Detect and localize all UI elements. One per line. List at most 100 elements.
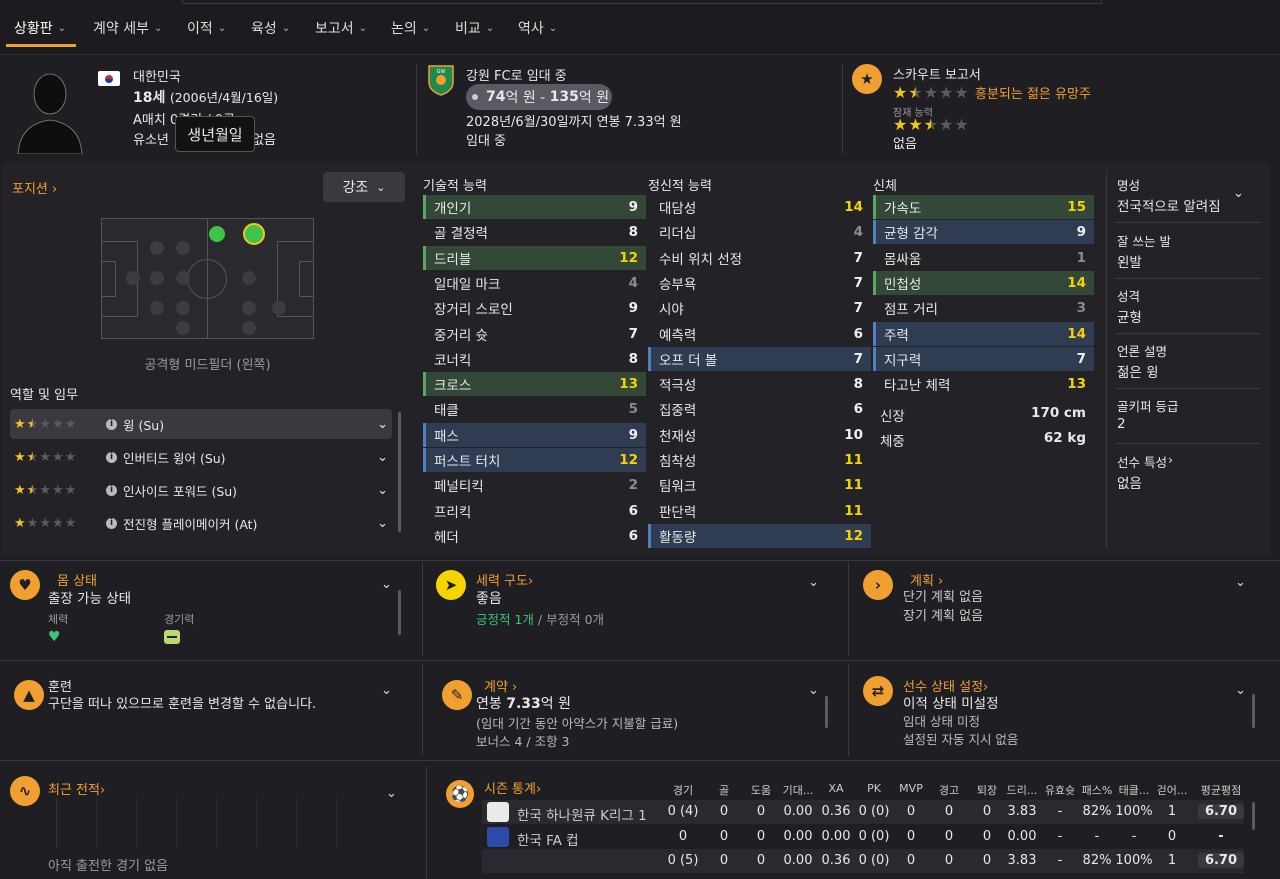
season-col-header[interactable]: 평균평점 <box>1197 782 1245 798</box>
physical-attr-row[interactable]: 민첩성 14 <box>873 270 1094 295</box>
k-league-logo[interactable] <box>487 802 509 822</box>
search-bar-edge[interactable] <box>182 0 1102 4</box>
chevron-down-icon[interactable]: ⌄ <box>386 786 397 801</box>
scout-report-title[interactable]: 스카우트 보고서 <box>893 64 981 83</box>
tab-2[interactable]: 계약 세부 ⌄ <box>93 18 162 38</box>
info-icon[interactable]: i <box>106 484 117 496</box>
chevron-down-icon[interactable]: ⌄ <box>377 483 388 498</box>
technical-attr-row[interactable]: 퍼스트 터치 12 <box>423 448 646 472</box>
technical-attr-row[interactable]: 태클 5 <box>423 397 646 421</box>
physical-attr-row[interactable]: 점프 거리 3 <box>873 296 1094 320</box>
technical-attr-row[interactable]: 장거리 스로인 9 <box>423 296 646 320</box>
positive-count[interactable]: 긍정적 1개 <box>476 612 534 627</box>
chevron-down-icon[interactable]: ⌄ <box>381 577 392 592</box>
card-scrollbar[interactable] <box>825 696 828 728</box>
info-icon[interactable]: i <box>106 451 117 463</box>
mental-attr-row[interactable]: 집중력 6 <box>648 397 871 421</box>
competition-name[interactable]: 한국 FA 컵 <box>517 829 579 849</box>
attr-value: 14 <box>844 199 863 215</box>
negative-count[interactable]: 부정적 0개 <box>546 612 604 627</box>
info-icon[interactable]: i <box>106 418 117 430</box>
mental-attr-row[interactable]: 활동량 12 <box>648 523 871 548</box>
tab-3[interactable]: 이적 ⌄ <box>187 18 226 38</box>
role-row[interactable]: ★ ★ ★ ★ ★ i 전진형 플레이메이커 (At) ⌄ <box>10 508 392 538</box>
tab-7[interactable]: 비교 ⌄ <box>455 18 494 38</box>
tab-1[interactable]: 상황판 ⌄ <box>14 18 66 38</box>
mental-attr-row[interactable]: 승부욕 7 <box>648 271 871 295</box>
loan-club-line[interactable]: 강원 FC로 임대 중 <box>466 65 567 84</box>
mental-attr-row[interactable]: 시야 7 <box>648 296 871 320</box>
side-info-value: 전국적으로 알려짐 <box>1117 199 1221 215</box>
technical-attr-row[interactable]: 프리킥 6 <box>423 499 646 523</box>
chevron-down-icon[interactable]: ⌄ <box>377 417 388 432</box>
table-scrollbar[interactable] <box>1252 802 1255 830</box>
technical-attr-row[interactable]: 페널티킥 2 <box>423 473 646 497</box>
chevron-down-icon[interactable]: ⌄ <box>808 683 819 698</box>
chevron-down-icon[interactable]: ⌄ <box>1233 186 1244 201</box>
gangwon-fc-badge[interactable]: GW <box>426 64 456 96</box>
role-row[interactable]: ★ ★ ★ ★ ★ i 인사이드 포워드 (Su) ⌄ <box>10 475 392 505</box>
mental-attr-row[interactable]: 판단력 11 <box>648 499 871 523</box>
technical-attr-row[interactable]: 크로스 13 <box>423 372 646 397</box>
nationality[interactable]: 대한민국 <box>133 66 181 85</box>
technical-attr-row[interactable]: 중거리 슛 7 <box>423 322 646 346</box>
technical-attr-row[interactable]: 일대일 마크 4 <box>423 271 646 295</box>
chevron-down-icon[interactable]: ⌄ <box>808 575 819 590</box>
chevron-down-icon[interactable]: ⌄ <box>377 516 388 531</box>
attr-value: 4 <box>628 274 638 291</box>
chevron-down-icon[interactable]: ⌄ <box>1235 575 1246 590</box>
season-title[interactable]: 시즌 통계› <box>484 778 541 797</box>
highlight-label: 강조 <box>342 180 369 196</box>
chevron-down-icon[interactable]: ⌄ <box>381 683 392 698</box>
plans-short: 단기 계획 없음 <box>903 590 984 605</box>
attr-value: 7 <box>853 300 863 317</box>
physical-attr-row[interactable]: 지구력 7 <box>873 346 1094 371</box>
mental-attr-row[interactable]: 팀워크 11 <box>648 473 871 497</box>
chevron-down-icon[interactable]: ⌄ <box>1235 683 1246 698</box>
card-scrollbar[interactable] <box>1252 694 1255 728</box>
mental-attr-row[interactable]: 예측력 6 <box>648 322 871 346</box>
technical-attr-row[interactable]: 개인기 9 <box>423 195 646 219</box>
mental-attr-row[interactable]: 수비 위치 선정 7 <box>648 246 871 270</box>
mental-attr-row[interactable]: 적극성 8 <box>648 372 871 396</box>
competition-name[interactable]: 한국 하나원큐 K리그 1 <box>517 804 647 824</box>
season-cell: - <box>1218 828 1224 844</box>
sharpness-icon <box>164 630 180 644</box>
technical-attr-row[interactable]: 헤더 6 <box>423 524 646 548</box>
info-icon[interactable]: i <box>106 517 117 529</box>
dynamics-title[interactable]: 세력 구도› <box>476 570 533 589</box>
mental-attr-row[interactable]: 오프 더 볼 7 <box>648 346 871 371</box>
mental-attr-row[interactable]: 천재성 10 <box>648 423 871 447</box>
technical-attr-row[interactable]: 드리블 12 <box>423 245 646 270</box>
attr-value: 4 <box>853 224 863 241</box>
form-title[interactable]: 최근 전적› <box>48 779 105 798</box>
highlight-dropdown[interactable]: 강조 ⌄ <box>323 172 405 202</box>
attr-name: 태클 <box>434 403 459 420</box>
mental-attr-row[interactable]: 대담성 14 <box>648 195 871 219</box>
fa-cup-logo[interactable] <box>487 826 509 847</box>
tab-4[interactable]: 육성 ⌄ <box>251 18 290 38</box>
season-col-header[interactable]: 걷어... <box>1148 782 1196 798</box>
chevron-down-icon[interactable]: ⌄ <box>377 450 388 465</box>
chevron-right-icon[interactable]: › <box>1168 452 1173 467</box>
side-info-label[interactable]: 선수 특성 <box>1117 452 1167 471</box>
role-row[interactable]: ★ ★ ★ ★ ★ i 윙 (Su) ⌄ <box>10 409 392 439</box>
transfer-value-pill[interactable]: 74 억 원 - 135 억 원 <box>466 84 612 110</box>
tab-8[interactable]: 역사 ⌄ <box>518 18 557 38</box>
tab-5[interactable]: 보고서 ⌄ <box>315 18 367 38</box>
tab-6[interactable]: 논의 ⌄ <box>391 18 430 38</box>
physical-attr-row[interactable]: 몸싸움 1 <box>873 246 1094 270</box>
technical-attr-row[interactable]: 패스 9 <box>423 422 646 447</box>
mental-attr-row[interactable]: 침착성 11 <box>648 448 871 472</box>
physical-attr-row[interactable]: 가속도 15 <box>873 195 1094 219</box>
role-row[interactable]: ★ ★ ★ ★ ★ i 인버티드 윙어 (Su) ⌄ <box>10 442 392 472</box>
technical-attr-row[interactable]: 코너킥 8 <box>423 347 646 371</box>
mental-attr-row[interactable]: 리더십 4 <box>648 220 871 244</box>
position-link[interactable]: 포지션 › <box>12 178 57 197</box>
physical-attr-row[interactable]: 주력 14 <box>873 321 1094 346</box>
card-scrollbar[interactable] <box>398 590 401 635</box>
technical-attr-row[interactable]: 골 결정력 8 <box>423 220 646 244</box>
physical-attr-row[interactable]: 타고난 체력 13 <box>873 372 1094 396</box>
roles-scrollbar[interactable] <box>398 412 401 532</box>
physical-attr-row[interactable]: 균형 감각 9 <box>873 220 1094 245</box>
